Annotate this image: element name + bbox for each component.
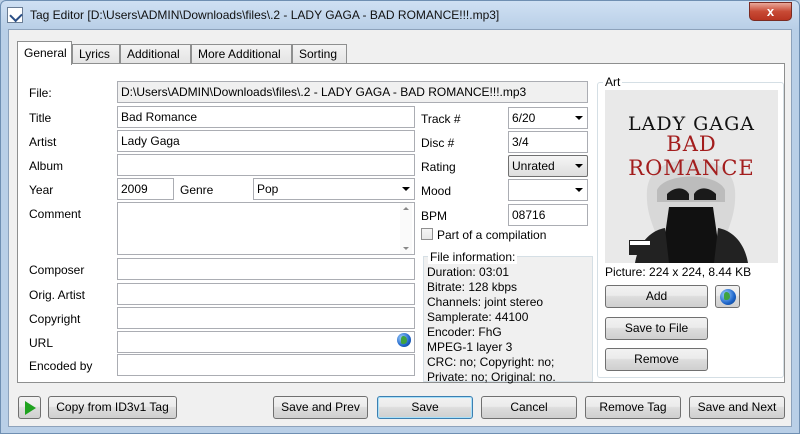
genre-select[interactable]: Pop	[253, 178, 415, 200]
comment-textarea[interactable]	[117, 202, 415, 255]
save-and-prev-button[interactable]: Save and Prev	[273, 396, 368, 419]
dialog-body: General Lyrics Additional More Additiona…	[8, 29, 792, 427]
save-and-next-button[interactable]: Save and Next	[689, 396, 785, 419]
chevron-down-icon	[575, 116, 583, 120]
bpm-label: BPM	[421, 209, 448, 223]
file-label: File:	[29, 86, 52, 100]
year-label: Year	[29, 183, 54, 197]
tag-editor-icon	[7, 7, 23, 23]
file-info-line: CRC: no; Copyright: no;	[427, 355, 555, 369]
album-art-image: LADY GAGA BAD ROMANCE	[605, 90, 778, 263]
genre-value: Pop	[257, 182, 279, 196]
album-label: Album	[29, 159, 64, 173]
art-image-subtitle: BAD ROMANCE	[628, 132, 755, 180]
encoded-by-label: Encoded by	[29, 359, 93, 373]
track-label: Track #	[421, 112, 461, 126]
disc-label: Disc #	[421, 136, 455, 150]
play-button[interactable]	[18, 396, 41, 419]
scroll-up-icon	[403, 207, 409, 210]
picture-info: Picture: 224 x 224, 8.44 KB	[605, 265, 752, 279]
save-art-to-file-button[interactable]: Save to File	[605, 317, 708, 340]
chevron-down-icon	[575, 188, 583, 192]
add-art-button[interactable]: Add	[605, 285, 708, 308]
compilation-label: Part of a compilation	[437, 228, 547, 242]
copy-from-id3v1-button[interactable]: Copy from ID3v1 Tag	[48, 396, 177, 419]
file-info-line: Encoder: FhG	[427, 325, 502, 339]
file-info-line: MPEG-1 layer 3	[427, 340, 513, 354]
file-info-line: Bitrate: 128 kbps	[427, 280, 518, 294]
orig-artist-input[interactable]	[117, 283, 415, 305]
url-label: URL	[29, 336, 54, 350]
scroll-down-icon	[403, 247, 409, 250]
title-label: Title	[29, 111, 52, 125]
comment-label: Comment	[29, 207, 82, 221]
album-input[interactable]	[117, 154, 415, 176]
track-select[interactable]: 6/20	[508, 107, 588, 129]
copyright-label: Copyright	[29, 312, 81, 326]
art-group-title: Art	[603, 75, 623, 89]
artist-input[interactable]: Lady Gaga	[117, 130, 415, 152]
title-input[interactable]: Bad Romance	[117, 106, 415, 128]
compilation-checkbox[interactable]	[421, 228, 433, 240]
tab-sorting[interactable]: Sorting	[292, 44, 347, 64]
composer-input[interactable]	[117, 258, 415, 280]
chevron-down-icon	[402, 187, 410, 191]
tab-lyrics[interactable]: Lyrics	[72, 44, 120, 64]
orig-artist-label: Orig. Artist	[29, 288, 86, 302]
tab-general[interactable]: General	[17, 41, 72, 65]
comment-scrollbar[interactable]	[400, 203, 412, 254]
mood-label: Mood	[421, 184, 452, 198]
file-info-box: File information: Duration: 03:01 Bitrat…	[423, 250, 593, 384]
composer-label: Composer	[29, 263, 85, 277]
web-search-art-button[interactable]	[715, 285, 740, 308]
year-input[interactable]: 2009	[117, 178, 174, 200]
file-path-field: D:\Users\ADMIN\Downloads\files\.2 - LADY…	[117, 81, 588, 103]
mood-select[interactable]	[508, 179, 588, 201]
file-info-line: Duration: 03:01	[427, 265, 510, 279]
file-info-line: Samplerate: 44100	[427, 310, 529, 324]
remove-tag-button[interactable]: Remove Tag	[585, 396, 681, 419]
remove-art-button[interactable]: Remove	[605, 348, 708, 371]
cancel-button[interactable]: Cancel	[481, 396, 577, 419]
track-value: 6/20	[512, 111, 536, 125]
tag-editor-window: Tag Editor [D:\Users\ADMIN\Downloads\fil…	[0, 0, 800, 434]
url-input[interactable]	[117, 331, 415, 353]
bpm-input[interactable]: 08716	[508, 204, 588, 226]
disc-input[interactable]: 3/4	[508, 131, 588, 153]
rating-value: Unrated	[512, 159, 555, 173]
globe-icon	[720, 289, 736, 305]
file-info-line: Channels: joint stereo	[427, 295, 544, 309]
rating-label: Rating	[421, 160, 456, 174]
url-globe-icon[interactable]	[397, 333, 411, 347]
close-button[interactable]: x	[749, 2, 792, 21]
window-title: Tag Editor [D:\Users\ADMIN\Downloads\fil…	[30, 8, 500, 22]
tab-additional[interactable]: Additional	[120, 44, 191, 64]
file-info-line: Private: no; Original: no.	[427, 370, 556, 384]
title-bar[interactable]: Tag Editor [D:\Users\ADMIN\Downloads\fil…	[1, 1, 799, 29]
genre-label: Genre	[180, 183, 214, 197]
rating-select[interactable]: Unrated	[508, 155, 588, 177]
copyright-input[interactable]	[117, 307, 415, 329]
chevron-down-icon	[575, 164, 583, 168]
save-button[interactable]: Save	[377, 396, 473, 419]
artist-label: Artist	[29, 135, 57, 149]
tab-more-additional[interactable]: More Additional	[191, 44, 292, 64]
encoded-by-input[interactable]	[117, 354, 415, 376]
file-info-title: File information:	[428, 250, 518, 264]
